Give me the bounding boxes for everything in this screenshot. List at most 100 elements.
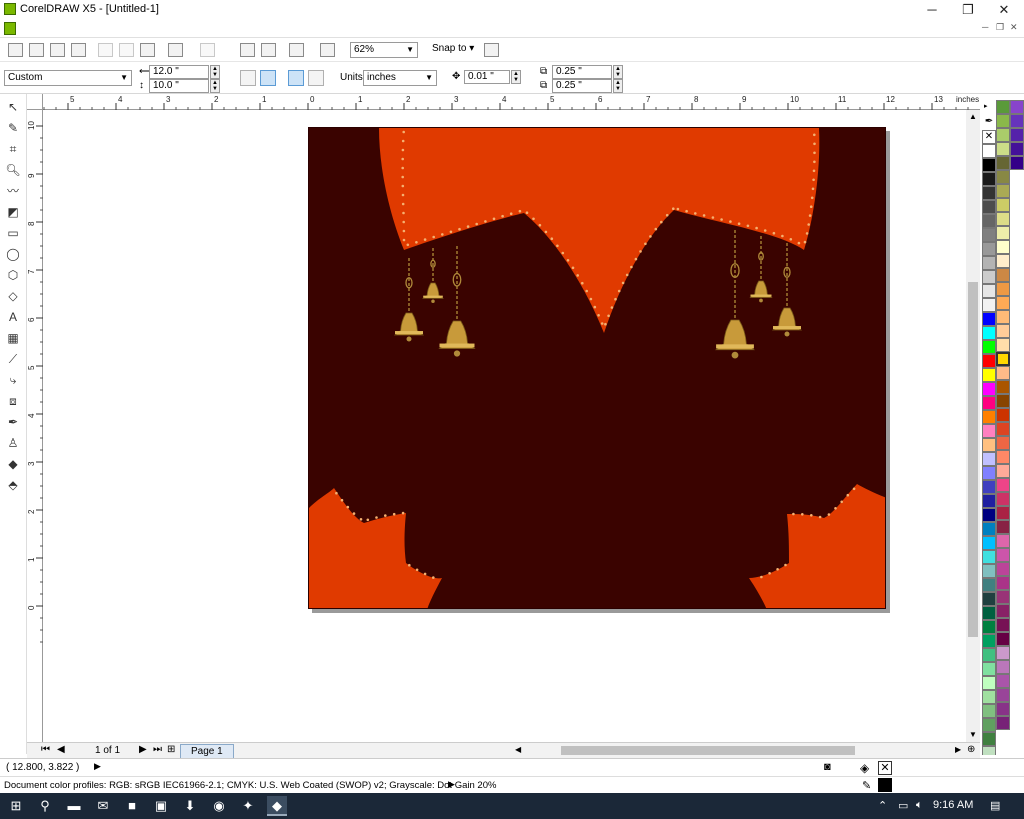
zoom-navigator-icon[interactable]: ⊕ <box>967 744 975 755</box>
color-swatch[interactable] <box>982 620 996 634</box>
crop-tool-icon[interactable]: ⌗ <box>5 142 21 157</box>
eyedropper-tool-icon[interactable]: ✒ <box>5 415 21 430</box>
app-red-icon[interactable]: ■ <box>122 796 142 816</box>
next-page-icon[interactable]: ▶ <box>139 744 147 755</box>
color-swatch[interactable] <box>982 508 996 522</box>
color-swatch[interactable] <box>996 604 1010 618</box>
file-explorer-icon[interactable]: ▬ <box>64 796 84 816</box>
color-swatch[interactable] <box>982 242 996 256</box>
color-swatch[interactable] <box>996 534 1010 548</box>
color-swatch[interactable] <box>996 478 1010 492</box>
color-swatch[interactable] <box>982 536 996 550</box>
palette-scroll-up-icon[interactable]: ▸ <box>984 102 996 110</box>
scroll-right-icon[interactable]: ▶ <box>955 745 961 754</box>
color-swatch[interactable] <box>982 704 996 718</box>
copy-icon[interactable] <box>119 43 134 57</box>
color-swatch[interactable] <box>996 646 1010 660</box>
fill-tool-icon[interactable]: ◆ <box>5 457 21 472</box>
doc-close-icon[interactable]: ✕ <box>1010 22 1018 33</box>
import-icon[interactable] <box>240 43 255 57</box>
volume-icon[interactable]: 🔈︎ <box>916 799 923 812</box>
application-launcher-icon[interactable] <box>289 43 304 57</box>
color-swatch[interactable] <box>982 452 996 466</box>
color-swatch[interactable] <box>982 396 996 410</box>
snap-indicator-icon[interactable]: ◙ <box>824 761 831 773</box>
bell-icon[interactable] <box>771 243 803 337</box>
maximize-button[interactable]: ❐ <box>950 0 986 19</box>
cut-icon[interactable] <box>98 43 113 57</box>
zoom-tool-icon[interactable]: 🔍︎ <box>5 163 21 178</box>
color-swatch[interactable] <box>996 352 1010 366</box>
color-swatch[interactable] <box>982 662 996 676</box>
rectangle-tool-icon[interactable]: ▭ <box>5 226 21 241</box>
color-swatch[interactable] <box>996 548 1010 562</box>
outline-tool-icon[interactable]: ♙ <box>5 436 21 451</box>
save-icon[interactable] <box>50 43 65 57</box>
mail-icon[interactable]: ✉ <box>93 796 113 816</box>
open-icon[interactable] <box>29 43 44 57</box>
all-pages-button[interactable] <box>288 70 304 86</box>
color-swatch[interactable] <box>996 100 1010 114</box>
color-swatch[interactable] <box>996 660 1010 674</box>
page-size-select[interactable]: Custom ▼ <box>4 70 132 86</box>
color-swatch[interactable] <box>982 144 996 158</box>
horizontal-ruler[interactable]: 654321012345678910111213 inches <box>19 94 980 110</box>
color-swatch[interactable] <box>982 592 996 606</box>
duplicate-y-spinner[interactable]: ▲ ▼ <box>613 79 623 93</box>
color-swatch[interactable] <box>996 156 1010 170</box>
previous-page-icon[interactable]: ◀ <box>57 744 65 755</box>
duplicate-x-input[interactable]: 0.25 " <box>552 65 612 79</box>
duplicate-y-input[interactable]: 0.25 " <box>552 79 612 93</box>
app-green-icon[interactable]: ▣ <box>151 796 171 816</box>
color-swatch[interactable] <box>996 520 1010 534</box>
freehand-tool-icon[interactable]: 〰 <box>5 184 21 199</box>
interactive-fill-tool-icon[interactable]: ⬘ <box>5 478 21 493</box>
color-swatch[interactable] <box>982 550 996 564</box>
color-swatch[interactable] <box>996 254 1010 268</box>
color-swatch[interactable] <box>996 310 1010 324</box>
vertical-scrollbar[interactable]: ▲ ▼ <box>966 110 980 742</box>
color-swatch[interactable] <box>1010 142 1024 156</box>
color-swatch[interactable] <box>996 128 1010 142</box>
color-swatch[interactable] <box>982 480 996 494</box>
landscape-button[interactable] <box>260 70 276 86</box>
color-swatch[interactable] <box>1010 114 1024 128</box>
table-tool-icon[interactable]: ▦ <box>5 331 21 346</box>
eyedropper-palette-icon[interactable]: ✒ <box>982 116 996 130</box>
color-swatch[interactable] <box>982 298 996 312</box>
nudge-spinner[interactable]: ▲ ▼ <box>511 70 521 84</box>
redo-icon[interactable] <box>200 43 215 57</box>
color-swatch[interactable] <box>982 172 996 186</box>
color-swatch[interactable] <box>996 198 1010 212</box>
color-swatch[interactable] <box>996 422 1010 436</box>
no-fill-indicator-icon[interactable]: ✕ <box>878 761 892 775</box>
units-select[interactable]: inches ▼ <box>363 70 437 86</box>
polygon-tool-icon[interactable]: ⬡ <box>5 268 21 283</box>
color-swatch[interactable] <box>996 394 1010 408</box>
coreldraw-taskbar-icon[interactable]: ◆ <box>267 796 287 816</box>
color-swatch[interactable] <box>1010 128 1024 142</box>
document-icon[interactable] <box>4 22 16 35</box>
color-swatch[interactable] <box>996 268 1010 282</box>
nudge-distance-input[interactable]: 0.01 " <box>464 70 510 84</box>
vertical-ruler[interactable]: 10 9 8 7 6 5 4 3 2 1 0 <box>27 110 43 742</box>
color-swatch[interactable] <box>982 382 996 396</box>
start-icon[interactable]: ⊞ <box>6 796 26 816</box>
color-swatch[interactable] <box>982 564 996 578</box>
color-swatch[interactable] <box>982 578 996 592</box>
color-swatch[interactable] <box>982 326 996 340</box>
undo-icon[interactable] <box>168 43 183 57</box>
paste-icon[interactable] <box>140 43 155 57</box>
tray-chevron-icon[interactable]: ⌃ <box>878 799 887 812</box>
horizontal-scroll-thumb[interactable] <box>561 746 855 755</box>
drawing-window[interactable] <box>44 110 966 742</box>
color-swatch[interactable] <box>996 576 1010 590</box>
shape-tool-icon[interactable]: ✎ <box>5 121 21 136</box>
color-swatch[interactable] <box>996 296 1010 310</box>
outline-color-swatch[interactable] <box>878 778 892 792</box>
color-swatch[interactable] <box>996 632 1010 646</box>
text-tool-icon[interactable]: A <box>5 310 21 325</box>
minimize-button[interactable]: ─ <box>914 0 950 19</box>
page-height-input[interactable]: 10.0 " <box>149 79 209 93</box>
smart-fill-tool-icon[interactable]: ◩ <box>5 205 21 220</box>
